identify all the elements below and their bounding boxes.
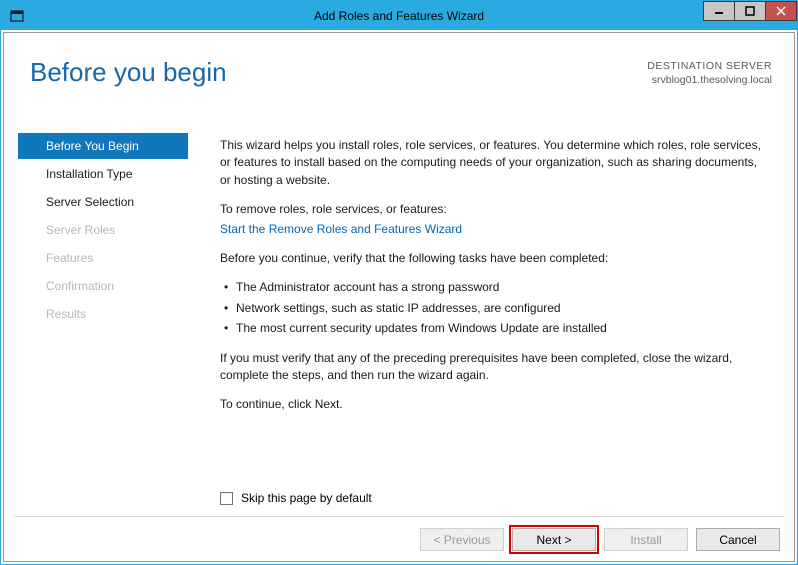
nav-server-selection[interactable]: Server Selection	[18, 189, 188, 215]
window-controls	[704, 1, 797, 21]
continue-text: To continue, click Next.	[220, 396, 768, 413]
skip-label: Skip this page by default	[241, 491, 372, 505]
nav-server-roles: Server Roles	[18, 217, 188, 243]
page-content: This wizard helps you install roles, rol…	[220, 137, 768, 426]
prereq-item: Network settings, such as static IP addr…	[224, 300, 768, 317]
button-row: < Previous Next > Install Cancel	[420, 528, 780, 551]
previous-button: < Previous	[420, 528, 504, 551]
nav-before-you-begin[interactable]: Before You Begin	[18, 133, 188, 159]
title-bar: Add Roles and Features Wizard	[1, 1, 797, 30]
wizard-window: Add Roles and Features Wizard Before you…	[0, 0, 798, 565]
remove-lead: To remove roles, role services, or featu…	[220, 201, 768, 218]
install-button: Install	[604, 528, 688, 551]
skip-checkbox[interactable]	[220, 492, 233, 505]
cancel-button[interactable]: Cancel	[696, 528, 780, 551]
app-icon	[9, 8, 25, 24]
button-separator	[14, 516, 784, 517]
destination-label: DESTINATION SERVER	[647, 59, 772, 73]
intro-text: This wizard helps you install roles, rol…	[220, 137, 768, 189]
prereq-item: The Administrator account has a strong p…	[224, 279, 768, 296]
wizard-header: Before you begin DESTINATION SERVER srvb…	[4, 33, 794, 103]
next-button[interactable]: Next >	[512, 528, 596, 551]
minimize-button[interactable]	[703, 1, 735, 21]
verify-lead: Before you continue, verify that the fol…	[220, 250, 768, 267]
ifmust-text: If you must verify that any of the prece…	[220, 350, 768, 385]
remove-wizard-link[interactable]: Start the Remove Roles and Features Wiza…	[220, 222, 462, 236]
window-title: Add Roles and Features Wizard	[1, 9, 797, 23]
wizard-nav: Before You Begin Installation Type Serve…	[18, 133, 188, 329]
nav-confirmation: Confirmation	[18, 273, 188, 299]
page-title: Before you begin	[30, 57, 227, 88]
maximize-button[interactable]	[734, 1, 766, 21]
nav-installation-type[interactable]: Installation Type	[18, 161, 188, 187]
skip-checkbox-row[interactable]: Skip this page by default	[220, 491, 372, 505]
nav-results: Results	[18, 301, 188, 327]
destination-info: DESTINATION SERVER srvblog01.thesolving.…	[647, 59, 772, 87]
close-button[interactable]	[765, 1, 797, 21]
prereq-list: The Administrator account has a strong p…	[220, 279, 768, 337]
nav-features: Features	[18, 245, 188, 271]
destination-server: srvblog01.thesolving.local	[647, 73, 772, 87]
prereq-item: The most current security updates from W…	[224, 320, 768, 337]
wizard-body: Before you begin DESTINATION SERVER srvb…	[3, 32, 795, 562]
